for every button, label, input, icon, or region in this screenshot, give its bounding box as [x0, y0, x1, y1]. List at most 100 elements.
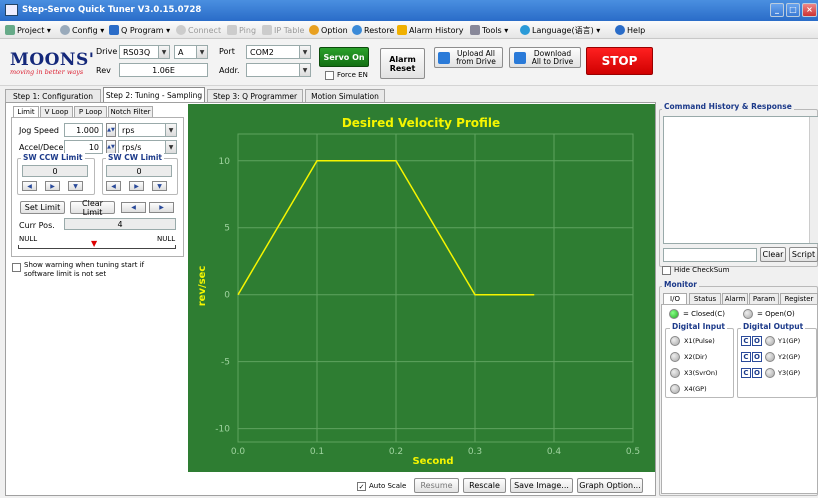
ping-icon [227, 25, 237, 35]
resume-button[interactable]: Resume [414, 478, 459, 493]
hide-checksum-label: Hide CheckSum [674, 266, 730, 274]
warning-checkbox[interactable] [12, 263, 21, 272]
output-y3-label: Y3(GP) [778, 369, 801, 377]
menu-restore[interactable]: Restore [352, 24, 394, 36]
menu-q-program[interactable]: Q Program ▾ [109, 24, 170, 36]
menu-tools[interactable]: Tools ▾ [470, 24, 508, 36]
clear-limit-button[interactable]: Clear Limit [70, 199, 115, 217]
jog-speed-unit-select[interactable]: rps ▼ [118, 123, 177, 137]
brand-logo: MOONS' [10, 50, 95, 70]
ccw-right-button[interactable]: ▶ [45, 181, 60, 191]
y2-open-button[interactable]: O [752, 352, 762, 362]
menu-config[interactable]: Config ▾ [60, 24, 104, 36]
y3-open-button[interactable]: O [752, 368, 762, 378]
menu-option[interactable]: Option [309, 24, 348, 36]
download-icon [513, 51, 526, 64]
port-select[interactable]: COM2 ▼ [246, 45, 311, 59]
chart-y-label: rev/sec [197, 266, 208, 307]
monitor-tab-status[interactable]: Status [689, 293, 721, 304]
auto-scale-checkbox[interactable]: ✓ [357, 482, 366, 491]
menu-project[interactable]: Project ▾ [5, 24, 51, 36]
ccw-left-button[interactable]: ◀ [22, 181, 37, 191]
y1-open-button[interactable]: O [752, 336, 762, 346]
menu-connect[interactable]: Connect [176, 24, 221, 36]
tab-q-programmer[interactable]: Step 3: Q Programmer [207, 89, 303, 102]
command-history-textarea[interactable] [663, 116, 818, 244]
sw-cw-limit-value: 0 [106, 165, 172, 177]
app-icon [5, 4, 18, 16]
stop-button[interactable]: STOP [586, 47, 653, 75]
monitor-tab-io[interactable]: I/O [663, 293, 687, 304]
drive-select[interactable]: RS03Q ▼ [119, 45, 170, 59]
minimize-button[interactable]: _ [770, 3, 784, 17]
servo-on-button[interactable]: Servo On [319, 47, 369, 67]
cw-down-button[interactable]: ▼ [152, 181, 167, 191]
tab-motion-simulation[interactable]: Motion Simulation [305, 89, 385, 102]
maximize-button[interactable]: □ [786, 3, 800, 17]
jog-left-button[interactable]: ◀ [121, 202, 146, 213]
curr-pos-value: 4 [64, 218, 176, 230]
ccw-down-button[interactable]: ▼ [68, 181, 83, 191]
rescale-button[interactable]: Rescale [463, 478, 506, 493]
jog-speed-label: Jog Speed [19, 126, 59, 135]
graph-option-button[interactable]: Graph Option... [577, 478, 643, 493]
y1-close-button[interactable]: C [741, 336, 751, 346]
chart-x-label: Second [412, 456, 453, 467]
tab-tuning-sampling[interactable]: Step 2: Tuning - Sampling [103, 87, 205, 102]
subtab-v-loop[interactable]: V Loop [40, 106, 73, 117]
drive-suffix-select[interactable]: A ▼ [174, 45, 208, 59]
force-en-checkbox[interactable] [325, 71, 334, 80]
port-label: Port [219, 47, 235, 56]
accel-unit-select[interactable]: rps/s ▼ [118, 140, 177, 154]
subtab-p-loop[interactable]: P Loop [74, 106, 107, 117]
tools-icon [470, 25, 480, 35]
jog-right-button[interactable]: ▶ [149, 202, 174, 213]
y-tick-label: -5 [221, 358, 230, 368]
position-marker-icon: ▼ [91, 239, 98, 248]
tab-configuration[interactable]: Step 1: Configuration [5, 89, 101, 102]
brand-tagline: moving in better ways [10, 68, 84, 76]
y2-close-button[interactable]: C [741, 352, 751, 362]
subtab-notch-filter[interactable]: Notch Filter [108, 106, 153, 117]
accel-decel-input[interactable]: 10 [64, 140, 103, 154]
output-indicator-icon [765, 368, 775, 378]
monitor-tab-register[interactable]: Register [780, 293, 818, 304]
menu-alarm-history[interactable]: Alarm History [397, 24, 464, 36]
force-en-label: Force EN [337, 71, 368, 79]
accel-decel-stepper[interactable]: ▲▼ [106, 140, 116, 154]
upload-all-button[interactable]: Upload All from Drive [434, 47, 503, 68]
chevron-down-icon: ▼ [166, 140, 177, 154]
clear-button[interactable]: Clear [760, 247, 786, 262]
set-limit-button[interactable]: Set Limit [20, 201, 65, 214]
monitor-tab-alarm[interactable]: Alarm [722, 293, 748, 304]
addr-select[interactable]: ▼ [246, 63, 311, 77]
close-button[interactable]: × [802, 3, 817, 17]
menu-help[interactable]: Help [615, 24, 645, 36]
input-indicator-icon [670, 368, 680, 378]
command-input[interactable] [663, 248, 757, 262]
menu-ping[interactable]: Ping [227, 24, 256, 36]
alarm-reset-button[interactable]: Alarm Reset [380, 48, 425, 79]
curr-pos-label: Curr Pos. [19, 221, 55, 230]
menu-language[interactable]: Language(语言) ▾ [520, 24, 600, 36]
subtab-limit[interactable]: Limit [13, 106, 39, 117]
jog-speed-input[interactable]: 1.000 [64, 123, 103, 137]
input-indicator-icon [670, 336, 680, 346]
menu-ip-table[interactable]: IP Table [262, 24, 304, 36]
input-x1-label: X1(Pulse) [684, 337, 715, 345]
cw-right-button[interactable]: ▶ [129, 181, 144, 191]
monitor-tab-param[interactable]: Param [749, 293, 779, 304]
input-x4-label: X4(GP) [684, 385, 707, 393]
open-indicator-icon [743, 309, 753, 319]
hide-checksum-checkbox[interactable] [662, 266, 671, 275]
digital-output-title: Digital Output [741, 322, 806, 331]
download-all-button[interactable]: Download All to Drive [509, 47, 581, 68]
jog-speed-stepper[interactable]: ▲▼ [106, 123, 116, 137]
script-button[interactable]: Script [789, 247, 818, 262]
cw-left-button[interactable]: ◀ [106, 181, 121, 191]
chevron-down-icon: ▼ [300, 63, 311, 77]
sw-ccw-limit-title: SW CCW Limit [21, 153, 85, 162]
y3-close-button[interactable]: C [741, 368, 751, 378]
command-history-scrollbar[interactable] [809, 117, 818, 243]
save-image-button[interactable]: Save Image... [510, 478, 573, 493]
